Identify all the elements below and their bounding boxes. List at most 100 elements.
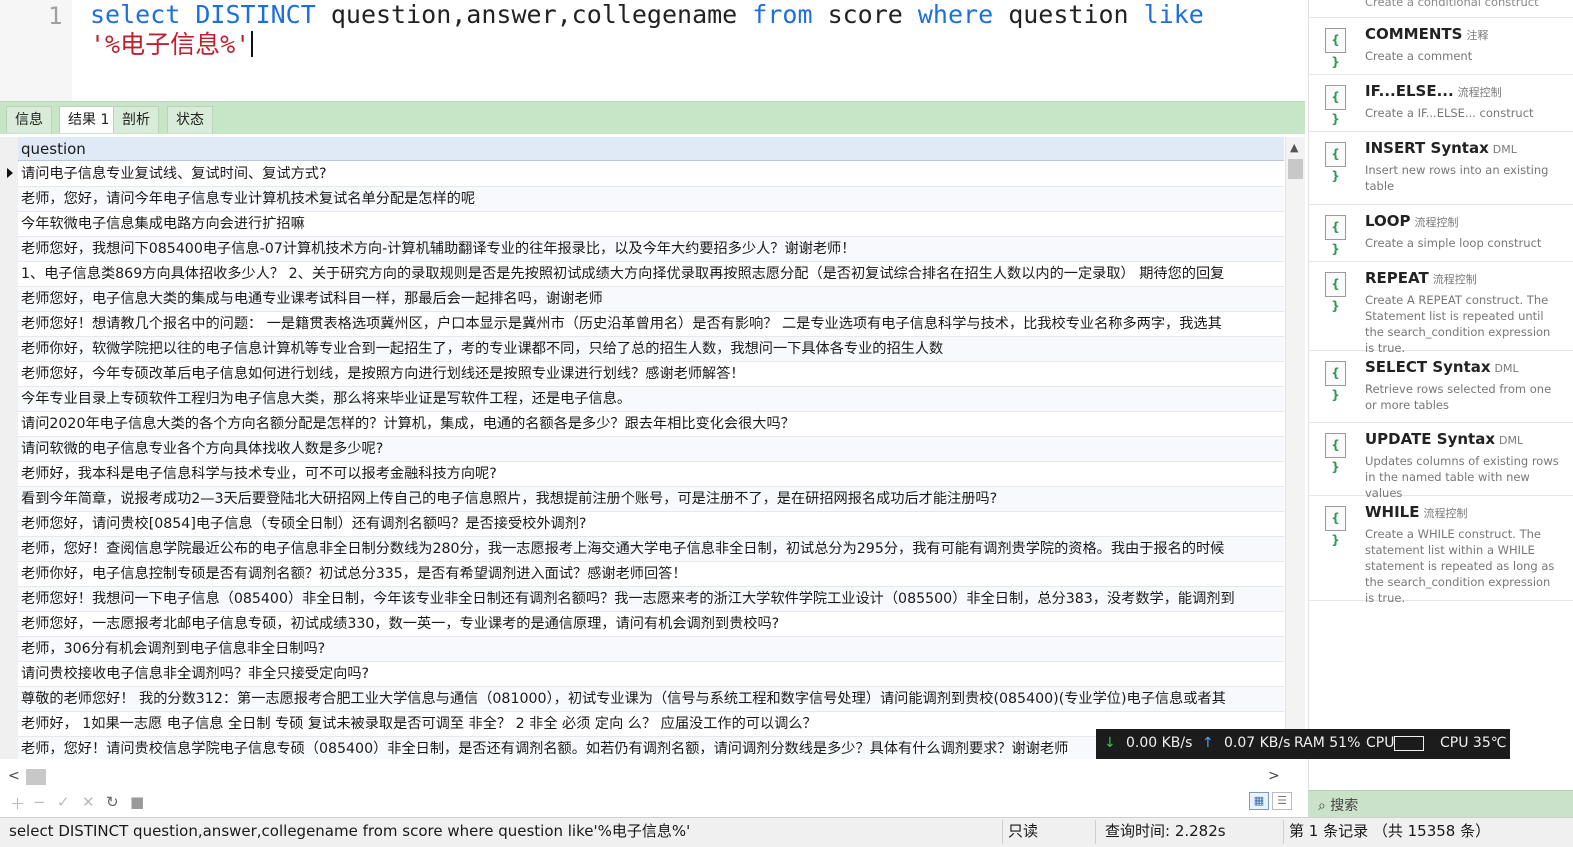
snippet-item[interactable]: { } IF...ELSE... 流程控制 Create a IF...ELSE...… bbox=[1309, 74, 1573, 132]
table-row[interactable]: 请问软微的电子信息专业各个方向具体找收人数是多少呢? bbox=[18, 437, 1284, 462]
code-token: '%电子信息%' bbox=[90, 30, 251, 59]
snippet-item[interactable]: { } UPDATE Syntax DML Updates columns of ex… bbox=[1309, 422, 1573, 500]
table-row[interactable]: 今年专业目录上专硕软件工程归为电子信息大类，那么将来毕业证是写软件工程，还是电子… bbox=[18, 387, 1284, 412]
snippet-title: SELECT Syntax DML bbox=[1365, 358, 1519, 376]
snippet-title-text: SELECT Syntax bbox=[1365, 358, 1491, 376]
table-row[interactable]: 老师，您好，请问今年电子信息专业计算机技术复试名单分配是怎样的呢 bbox=[18, 187, 1284, 212]
tab-status[interactable]: 状态 bbox=[167, 106, 213, 133]
vertical-scrollbar[interactable]: ▲ bbox=[1285, 137, 1305, 759]
tab-result-1[interactable]: 结果 1 bbox=[59, 106, 119, 133]
status-sql: select DISTINCT question,answer,collegen… bbox=[9, 822, 691, 840]
snippet-item[interactable]: { } SELECT Syntax DML Retrieve rows selecte… bbox=[1309, 350, 1573, 423]
table-row[interactable]: 老师，306分有机会调剂到电子信息非全日制吗? bbox=[18, 637, 1284, 662]
row-indicator-column bbox=[0, 137, 19, 759]
table-row[interactable]: 老师您好，一志愿报考北邮电子信息专硕，初试成绩330，数一英一，专业课考的是通信… bbox=[18, 612, 1284, 637]
stop-icon[interactable]: ■ bbox=[130, 793, 144, 811]
table-row[interactable]: 老师你好，电子信息控制专硕是否有调剂名额？初试总分335，是否有希望调剂进入面试… bbox=[18, 562, 1284, 587]
scroll-right-icon[interactable]: > bbox=[1268, 768, 1280, 784]
add-record-icon[interactable]: ＋ bbox=[10, 793, 25, 814]
horizontal-scroll-thumb[interactable] bbox=[26, 769, 46, 785]
table-row[interactable]: 请问贵校接收电子信息非全调剂吗？非全只接受定向吗? bbox=[18, 662, 1284, 687]
table-row[interactable]: 老师好，我本科是电子信息科学与技术专业，可不可以报考金融科技方向呢? bbox=[18, 462, 1284, 487]
code-token: like bbox=[1143, 0, 1204, 29]
code-snippet-icon: { } bbox=[1325, 28, 1346, 69]
snippet-item[interactable]: { } LOOP 流程控制 Create a simple loop construc… bbox=[1309, 204, 1573, 262]
tab-profile[interactable]: 剖析 bbox=[113, 106, 159, 133]
code-snippet-icon: { } bbox=[1325, 142, 1346, 183]
snippet-desc: Create a WHILE construct. The statement … bbox=[1365, 527, 1555, 605]
scroll-up-icon[interactable]: ▲ bbox=[1290, 141, 1298, 154]
text-caret bbox=[251, 31, 254, 57]
table-row[interactable]: 老师您好，今年专硕改革后电子信息如何进行划线，是按照方向进行划线还是按照专业课进… bbox=[18, 362, 1284, 387]
table-row[interactable]: 请问2020年电子信息大类的各个方向名额分配是怎样的？计算机，集成，电通的名额各… bbox=[18, 412, 1284, 437]
snippet-search[interactable]: ⌕ 搜索 bbox=[1308, 790, 1573, 818]
table-row[interactable]: 今年软微电子信息集成电路方向会进行扩招嘛 bbox=[18, 212, 1284, 237]
table-row[interactable]: 老师您好，请问贵校[0854]电子信息（专硕全日制）还有调剂名额吗？是否接受校外… bbox=[18, 512, 1284, 537]
status-bar: select DISTINCT question,answer,collegen… bbox=[0, 817, 1573, 847]
column-header-question[interactable]: question bbox=[18, 137, 1284, 161]
code-token: question,answer,collegename bbox=[315, 0, 753, 29]
result-grid: question 请问电子信息专业复试线、复试时间、复试方式? 老师，您好，请问今… bbox=[0, 137, 1305, 759]
table-row[interactable]: 老师您好，我想问下085400电子信息-07计算机技术方向-计算机辅助翻译专业的… bbox=[18, 237, 1284, 262]
snippet-item[interactable]: { } COMMENTS 注释 Create a comment bbox=[1309, 17, 1573, 75]
search-icon: ⌕ bbox=[1318, 798, 1326, 814]
network-monitor-overlay: ↓ 0.00 KB/s ↑ 0.07 KB/s RAM 51% CPU CPU … bbox=[1096, 729, 1510, 759]
code-snippet-icon: { } bbox=[1325, 506, 1346, 547]
table-row[interactable]: 老师，您好！请问贵校信息学院电子信息专硕（085400）非全日制，是否还有调剂名… bbox=[18, 737, 1284, 759]
table-row[interactable]: 老师，您好！查阅信息学院最近公布的电子信息非全日制分数线为280分，我一志愿报考… bbox=[18, 537, 1284, 562]
table-row[interactable]: 尊敬的老师您好！ 我的分数312：第一志愿报考合肥工业大学信息与通信（08100… bbox=[18, 687, 1284, 712]
sql-editor[interactable]: 1 select DISTINCT question,answer,colleg… bbox=[0, 0, 1305, 101]
snippet-desc: Insert new rows into an existing table bbox=[1365, 163, 1549, 193]
table-row[interactable]: 老师你好，软微学院把以往的电子信息计算机等专业合到一起招生了，考的专业课都不同，… bbox=[18, 337, 1284, 362]
grid-toolbar: ＋ − ✓ ✕ ↻ ■ ▦ ☰ bbox=[0, 792, 1305, 814]
snippet-title: WHILE 流程控制 bbox=[1365, 503, 1468, 521]
delete-record-icon[interactable]: − bbox=[33, 793, 46, 811]
snippet-prev-desc: Create a conditional construct bbox=[1365, 0, 1539, 9]
table-row[interactable]: 1、电子信息类869方向具体招收多少人？ 2、关于研究方向的录取规则是否是先按照… bbox=[18, 262, 1284, 287]
grid-view-icon[interactable]: ▦ bbox=[1249, 792, 1269, 810]
snippet-title-text: IF...ELSE... bbox=[1365, 82, 1454, 100]
snippet-item[interactable]: { } INSERT Syntax DML Insert new rows into … bbox=[1309, 131, 1573, 205]
snippet-desc: Create a simple loop construct bbox=[1365, 236, 1542, 250]
snippet-tag: DML bbox=[1492, 143, 1517, 156]
line-number-gutter: 1 bbox=[0, 0, 72, 101]
upload-arrow-icon: ↑ bbox=[1202, 735, 1214, 751]
table-row[interactable]: 老师您好！想请教几个报名中的问题： 一是籍贯表格选项冀州区，户口本显示是冀州市（… bbox=[18, 312, 1284, 337]
snippet-title-text: REPEAT bbox=[1365, 269, 1429, 287]
cpu-usage-bar bbox=[1394, 736, 1424, 751]
status-readonly: 只读 bbox=[1008, 822, 1039, 840]
code-snippet-icon: { } bbox=[1325, 361, 1346, 402]
sql-code[interactable]: select DISTINCT question,answer,collegen… bbox=[90, 0, 1290, 60]
discard-changes-icon[interactable]: ✕ bbox=[82, 793, 95, 811]
download-arrow-icon: ↓ bbox=[1104, 735, 1116, 751]
apply-changes-icon[interactable]: ✓ bbox=[57, 793, 70, 811]
snippet-tag: 流程控制 bbox=[1432, 273, 1477, 286]
snippet-prev[interactable]: Create a conditional construct bbox=[1309, 0, 1573, 18]
code-snippet-icon: { } bbox=[1325, 85, 1346, 126]
snippet-desc: Create a IF...ELSE... construct bbox=[1365, 106, 1534, 120]
table-row[interactable]: 看到今年简章，说报考成功2—3天后要登陆北大研招网上传自己的电子信息照片，我想提… bbox=[18, 487, 1284, 512]
snippet-desc: Create a comment bbox=[1365, 49, 1473, 63]
snippet-title-text: WHILE bbox=[1365, 503, 1420, 521]
table-row[interactable]: 老师您好！我想问一下电子信息（085400）非全日制，今年该专业非全日制还有调剂… bbox=[18, 587, 1284, 612]
snippet-item[interactable]: { } WHILE 流程控制 Create a WHILE construct. Th… bbox=[1309, 495, 1573, 605]
ram-usage: RAM 51% bbox=[1294, 735, 1361, 751]
snippet-tag: DML bbox=[1494, 362, 1519, 375]
code-snippet-icon: { } bbox=[1325, 272, 1346, 313]
snippet-tag: DML bbox=[1499, 434, 1524, 447]
grid-rows: 请问电子信息专业复试线、复试时间、复试方式? 老师，您好，请问今年电子信息专业计算… bbox=[18, 162, 1284, 759]
code-token: score bbox=[812, 0, 918, 29]
table-row[interactable]: 老师您好，电子信息大类的集成与电通专业课考试科目一样，那最后会一起排名吗，谢谢老… bbox=[18, 287, 1284, 312]
tab-info[interactable]: 信息 bbox=[6, 106, 52, 133]
refresh-icon[interactable]: ↻ bbox=[106, 793, 119, 811]
snippet-tag: 流程控制 bbox=[1457, 86, 1502, 99]
table-row[interactable]: 老师好， 1如果一志愿 电子信息 全日制 专硕 复试未被录取是否可调至 非全？ … bbox=[18, 712, 1284, 737]
upload-speed: 0.07 KB/s bbox=[1224, 735, 1291, 751]
snippet-item[interactable]: { } REPEAT 流程控制 Create A REPEAT construct. … bbox=[1309, 261, 1573, 355]
table-row[interactable]: 请问电子信息专业复试线、复试时间、复试方式? bbox=[18, 162, 1284, 187]
scroll-left-icon[interactable]: < bbox=[8, 768, 20, 784]
form-view-icon[interactable]: ☰ bbox=[1272, 792, 1292, 810]
snippet-desc: Create A REPEAT construct. The Statement… bbox=[1365, 293, 1551, 355]
horizontal-scrollbar[interactable]: < > bbox=[0, 764, 1305, 790]
vertical-scroll-thumb[interactable] bbox=[1288, 159, 1303, 179]
